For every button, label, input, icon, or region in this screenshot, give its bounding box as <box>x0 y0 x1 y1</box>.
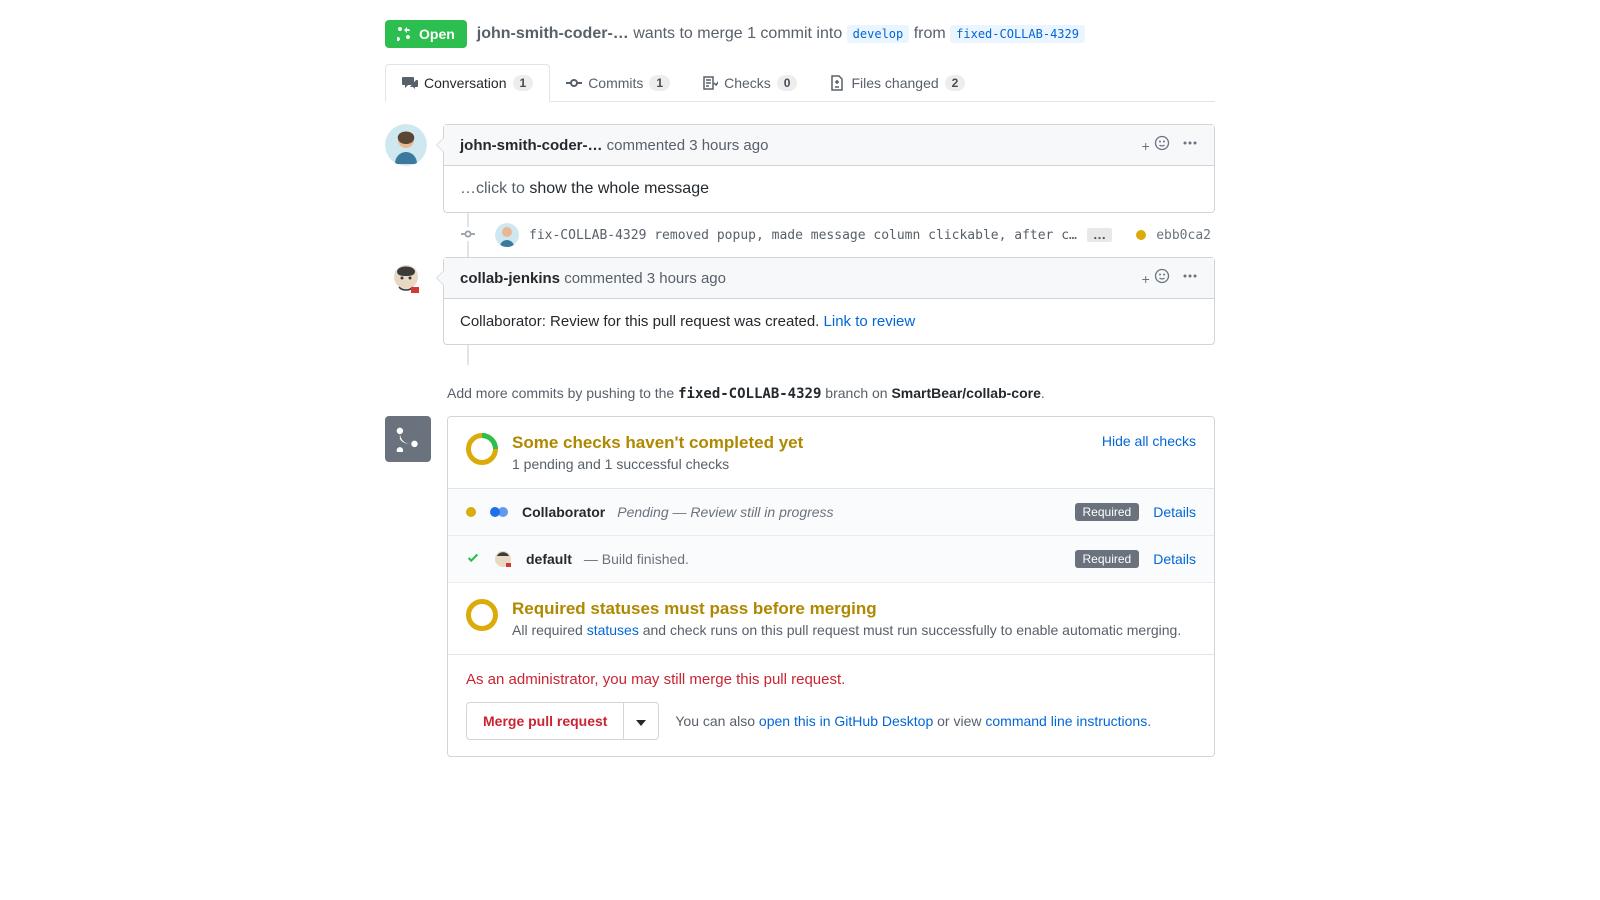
comment-author[interactable]: john-smith-coder-… <box>460 137 603 154</box>
checks-subtitle: 1 pending and 1 successful checks <box>512 456 803 472</box>
comment-header: john-smith-coder-… commented 3 hours ago… <box>444 125 1214 166</box>
tab-files-changed[interactable]: Files changed 2 <box>813 64 981 101</box>
pr-tabs: Conversation 1 Commits 1 Checks 0 Files … <box>385 64 1215 102</box>
git-merge-icon <box>385 416 431 462</box>
check-status-text: — Build finished. <box>584 551 689 567</box>
status-success-icon <box>466 551 480 568</box>
commit-status-pending-icon[interactable] <box>1136 230 1146 240</box>
tab-conversation[interactable]: Conversation 1 <box>385 64 550 102</box>
comment-meta: commented 3 hours ago <box>607 137 769 154</box>
push-hint: Add more commits by pushing to the fixed… <box>447 385 1215 402</box>
caret-down-icon <box>636 720 646 726</box>
checklist-icon <box>702 75 718 91</box>
tab-commits[interactable]: Commits 1 <box>550 64 686 101</box>
git-commit-icon <box>461 227 475 241</box>
timeline-comment: collab-jenkins commented 3 hours ago + C… <box>385 257 1215 345</box>
link-to-review[interactable]: Link to review <box>824 313 916 330</box>
avatar[interactable] <box>385 124 427 166</box>
check-details-link[interactable]: Details <box>1153 551 1196 567</box>
commit-author-avatar[interactable] <box>495 223 519 247</box>
merge-method-dropdown[interactable] <box>624 702 659 740</box>
status-donut-icon <box>466 599 498 631</box>
kebab-horizontal-icon <box>1182 268 1198 284</box>
command-line-instructions-link[interactable]: command line instructions <box>985 713 1147 729</box>
files-count: 2 <box>945 75 966 91</box>
comment-meta: commented 3 hours ago <box>564 270 726 287</box>
timeline-commit: fix-COLLAB-4329 removed popup, made mess… <box>467 213 1215 257</box>
state-label: Open <box>419 26 455 42</box>
required-statuses-sub: All required statuses and check runs on … <box>512 622 1181 638</box>
head-branch-chip[interactable]: fixed-COLLAB-4329 <box>950 25 1085 43</box>
state-open-badge: Open <box>385 20 467 48</box>
hide-all-checks-link[interactable]: Hide all checks <box>1102 433 1196 449</box>
smiley-icon <box>1154 135 1170 151</box>
check-name: default <box>526 551 572 567</box>
kebab-horizontal-icon <box>1182 135 1198 151</box>
checks-count: 0 <box>777 75 798 91</box>
comment-author[interactable]: collab-jenkins <box>460 270 560 287</box>
commit-message[interactable]: fix-COLLAB-4329 removed popup, made mess… <box>529 228 1077 243</box>
comment-header: collab-jenkins commented 3 hours ago + <box>444 258 1214 299</box>
git-commit-icon <box>566 75 582 91</box>
kebab-menu-button[interactable] <box>1182 135 1198 155</box>
comment-body[interactable]: …click to show the whole message <box>444 166 1214 212</box>
check-row: Collaborator Pending — Review still in p… <box>448 489 1214 536</box>
file-diff-icon <box>829 75 845 91</box>
expand-commit-message-button[interactable]: … <box>1087 228 1112 242</box>
pr-header: Open john-smith-coder-… wants to merge 1… <box>385 20 1215 48</box>
merge-status-panel: Some checks haven't completed yet 1 pend… <box>385 416 1215 757</box>
add-reaction-button[interactable]: + <box>1142 135 1170 155</box>
timeline-comment: john-smith-coder-… commented 3 hours ago… <box>385 124 1215 213</box>
open-in-desktop-link[interactable]: open this in GitHub Desktop <box>759 713 933 729</box>
commits-count: 1 <box>649 75 670 91</box>
required-badge: Required <box>1075 503 1140 521</box>
admin-override-warning: As an administrator, you may still merge… <box>466 671 1196 688</box>
add-reaction-button[interactable]: + <box>1142 268 1170 288</box>
required-badge: Required <box>1075 550 1140 568</box>
comment-body: Collaborator: Review for this pull reque… <box>444 299 1214 344</box>
checks-title: Some checks haven't completed yet <box>512 433 803 453</box>
jenkins-app-icon <box>492 548 514 570</box>
status-donut-icon <box>466 433 498 465</box>
smiley-icon <box>1154 268 1170 284</box>
check-name: Collaborator <box>522 504 605 520</box>
avatar[interactable] <box>385 257 427 299</box>
required-statuses-title: Required statuses must pass before mergi… <box>512 599 1181 619</box>
collaborator-app-icon <box>488 501 510 523</box>
base-branch-chip[interactable]: develop <box>847 25 910 43</box>
conversation-count: 1 <box>513 75 534 91</box>
comment-discussion-icon <box>402 75 418 91</box>
check-details-link[interactable]: Details <box>1153 504 1196 520</box>
statuses-link[interactable]: statuses <box>587 622 639 638</box>
check-status-text: Pending — Review still in progress <box>617 504 833 520</box>
check-row: default — Build finished. Required Detai… <box>448 536 1214 583</box>
tab-checks[interactable]: Checks 0 <box>686 64 813 101</box>
kebab-menu-button[interactable] <box>1182 268 1198 288</box>
status-pending-icon <box>466 507 476 517</box>
merge-alternatives: You can also open this in GitHub Desktop… <box>675 713 1151 729</box>
pr-author[interactable]: john-smith-coder-… <box>477 25 629 42</box>
merge-summary: john-smith-coder-… wants to merge 1 comm… <box>477 25 1085 43</box>
merge-pull-request-button[interactable]: Merge pull request <box>466 702 624 740</box>
commit-sha[interactable]: ebb0ca2 <box>1156 228 1211 243</box>
git-pull-request-icon <box>397 26 413 42</box>
